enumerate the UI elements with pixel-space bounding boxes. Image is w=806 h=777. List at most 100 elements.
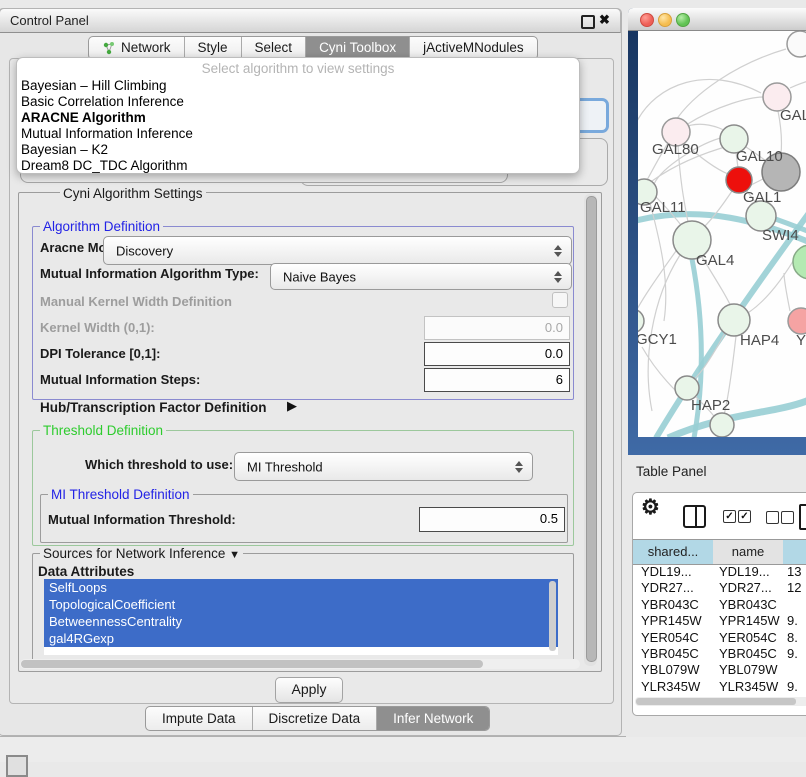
mi-steps-field[interactable]: 6 (424, 368, 570, 392)
table-cell: 9. (787, 646, 798, 661)
bottom-tab-discretize-data[interactable]: Discretize Data (253, 707, 378, 730)
attribute-item[interactable]: SelfLoops (44, 579, 558, 596)
settings-group-title: Cyni Algorithm Settings (60, 186, 206, 201)
checked-checkbox-icon[interactable]: ✓ (738, 510, 751, 523)
table-row[interactable]: YBR045C YBR045C 9. (633, 645, 806, 661)
control-panel-title: Control Panel (10, 13, 89, 28)
bottom-tab-impute-data[interactable]: Impute Data (146, 707, 253, 730)
close-icon[interactable]: ✖ (599, 12, 610, 28)
mi-type-value: Naive Bayes (283, 269, 356, 284)
table-cell: YBR045C (719, 646, 777, 661)
table-row[interactable]: YDR27...YDR27...12 (633, 579, 806, 595)
node-label: Y (796, 332, 806, 349)
tab-network[interactable]: Network (89, 37, 185, 59)
network-canvas[interactable]: GALGAL80GAL10GAL1GAL11SWI4GAL4GCY1HAP4YH… (638, 31, 806, 437)
aracne-mode-combo[interactable]: Discovery (103, 236, 572, 265)
mi-threshold-field[interactable]: 0.5 (419, 507, 565, 532)
mi-threshold-group-title: MI Threshold Definition (48, 487, 193, 502)
dpi-tolerance-label: DPI Tolerance [0,1]: (40, 346, 160, 361)
unchecked-checkbox-icon[interactable] (766, 511, 779, 524)
dock-corner-icon[interactable] (6, 755, 28, 777)
manual-kernel-checkbox[interactable] (552, 292, 568, 308)
dpi-tolerance-field[interactable]: 0.0 (424, 342, 570, 366)
control-panel-titlebar[interactable] (0, 8, 621, 33)
minimize-traffic-icon[interactable] (658, 13, 672, 27)
table-cell: YBR045C (641, 646, 699, 661)
float-window-icon[interactable] (581, 15, 595, 29)
algorithm-option[interactable]: Basic Correlation Inference (20, 94, 576, 110)
column-header-shared[interactable]: shared... (633, 539, 714, 565)
app-root: Control Panel ✖ Network Style Select Cyn… (0, 0, 806, 762)
table-row[interactable]: YBR043C YBR043C (633, 596, 806, 612)
checked-checkbox-icon[interactable]: ✓ (723, 510, 736, 523)
kernel-width-label: Kernel Width (0,1): (40, 320, 155, 335)
table-row[interactable]: YBL079WYBL079W (633, 661, 806, 677)
algorithm-option[interactable]: ARACNE Algorithm (20, 110, 576, 126)
bottom-strip (0, 737, 806, 762)
table-cell: 12 (787, 580, 801, 595)
table-row[interactable]: YLR345WYLR345W9. (633, 678, 806, 694)
tab-select[interactable]: Select (242, 37, 307, 59)
node-label: GAL10 (736, 148, 783, 165)
node-label: GAL4 (696, 252, 734, 269)
node-label: GAL (780, 107, 806, 124)
which-threshold-combo[interactable]: MI Threshold (234, 452, 533, 481)
bottom-tab-infer-network[interactable]: Infer Network (377, 707, 489, 730)
table-cell: YDL19... (641, 564, 692, 579)
apply-button[interactable]: Apply (275, 677, 343, 703)
table-row[interactable]: YDL19...YDL19...13 (633, 563, 806, 579)
table-hscrollbar-thumb[interactable] (636, 698, 796, 705)
data-attributes-list[interactable]: SelfLoopsTopologicalCoefficientBetweenne… (44, 579, 558, 655)
node-label: GCY1 (638, 331, 677, 348)
stepper-arrows-icon (554, 245, 563, 257)
table-hscrollbar[interactable] (635, 697, 806, 706)
stepper-arrows-icon (554, 271, 563, 283)
algorithm-option[interactable]: Bayesian – K2 (20, 142, 576, 158)
algorithm-option[interactable]: Bayesian – Hill Climbing (20, 78, 576, 94)
attribute-item[interactable]: TopologicalCoefficient (44, 596, 558, 613)
table-cell: 9. (787, 613, 798, 628)
attribute-item[interactable]: BetweennessCentrality (44, 613, 558, 630)
table-cell: YBR043C (641, 597, 699, 612)
tab-cyni-toolbox[interactable]: Cyni Toolbox (306, 37, 410, 59)
which-threshold-label: Which threshold to use: (85, 457, 233, 472)
unchecked-checkbox-icon[interactable] (781, 511, 794, 524)
table-cell: YER054C (641, 630, 699, 645)
zoom-traffic-icon[interactable] (676, 13, 690, 27)
table-cell: YBR043C (719, 597, 777, 612)
settings-hscrollbar-thumb[interactable] (21, 660, 483, 668)
algorithm-option[interactable]: Dream8 DC_TDC Algorithm (20, 158, 576, 174)
close-traffic-icon[interactable] (640, 13, 654, 27)
table-row[interactable]: YER054CYER054C8. (633, 629, 806, 645)
node-label: SWI4 (762, 227, 799, 244)
tab-style[interactable]: Style (185, 37, 242, 59)
attribute-item[interactable]: gal4RGexp (44, 630, 558, 647)
gear-icon[interactable]: ⚙ (641, 495, 660, 520)
node-label: HAP4 (740, 332, 779, 349)
node-label: GAL80 (652, 141, 699, 158)
table-row[interactable]: YPR145WYPR145W9. (633, 612, 806, 628)
algorithm-dropdown[interactable]: Select algorithm to view settings Bayesi… (16, 57, 580, 174)
column-header-name[interactable]: name (713, 539, 784, 565)
collapse-down-icon[interactable]: ▼ (229, 549, 240, 561)
kernel-width-field[interactable]: 0.0 (424, 316, 570, 340)
expand-right-icon[interactable]: ▶ (287, 398, 297, 414)
mi-type-label: Mutual Information Algorithm Type: (40, 266, 259, 281)
settings-vscrollbar-thumb[interactable] (586, 196, 597, 662)
mi-steps-label: Mutual Information Steps: (40, 372, 200, 387)
mi-type-combo[interactable]: Naive Bayes (270, 263, 572, 290)
network-window-titlebar[interactable] (628, 8, 806, 31)
table-panel-title: Table Panel (636, 464, 707, 479)
manual-kernel-label: Manual Kernel Width Definition (40, 294, 232, 309)
columns-icon[interactable] (683, 505, 706, 528)
tab-jactivemnodules[interactable]: jActiveMNodules (410, 37, 537, 59)
attributes-scrollbar-thumb[interactable] (549, 581, 556, 651)
tab-label: Style (198, 37, 228, 59)
table-cell: 8. (787, 630, 798, 645)
algorithm-list: Bayesian – Hill ClimbingBasic Correlatio… (20, 78, 576, 174)
column-header-extra[interactable] (783, 539, 806, 565)
algorithm-option[interactable]: Mutual Information Inference (20, 126, 576, 142)
document-icon[interactable] (799, 504, 806, 530)
node-label: HAP2 (691, 397, 730, 414)
sources-group-title: Sources for Network Inference ▼ (40, 546, 243, 561)
